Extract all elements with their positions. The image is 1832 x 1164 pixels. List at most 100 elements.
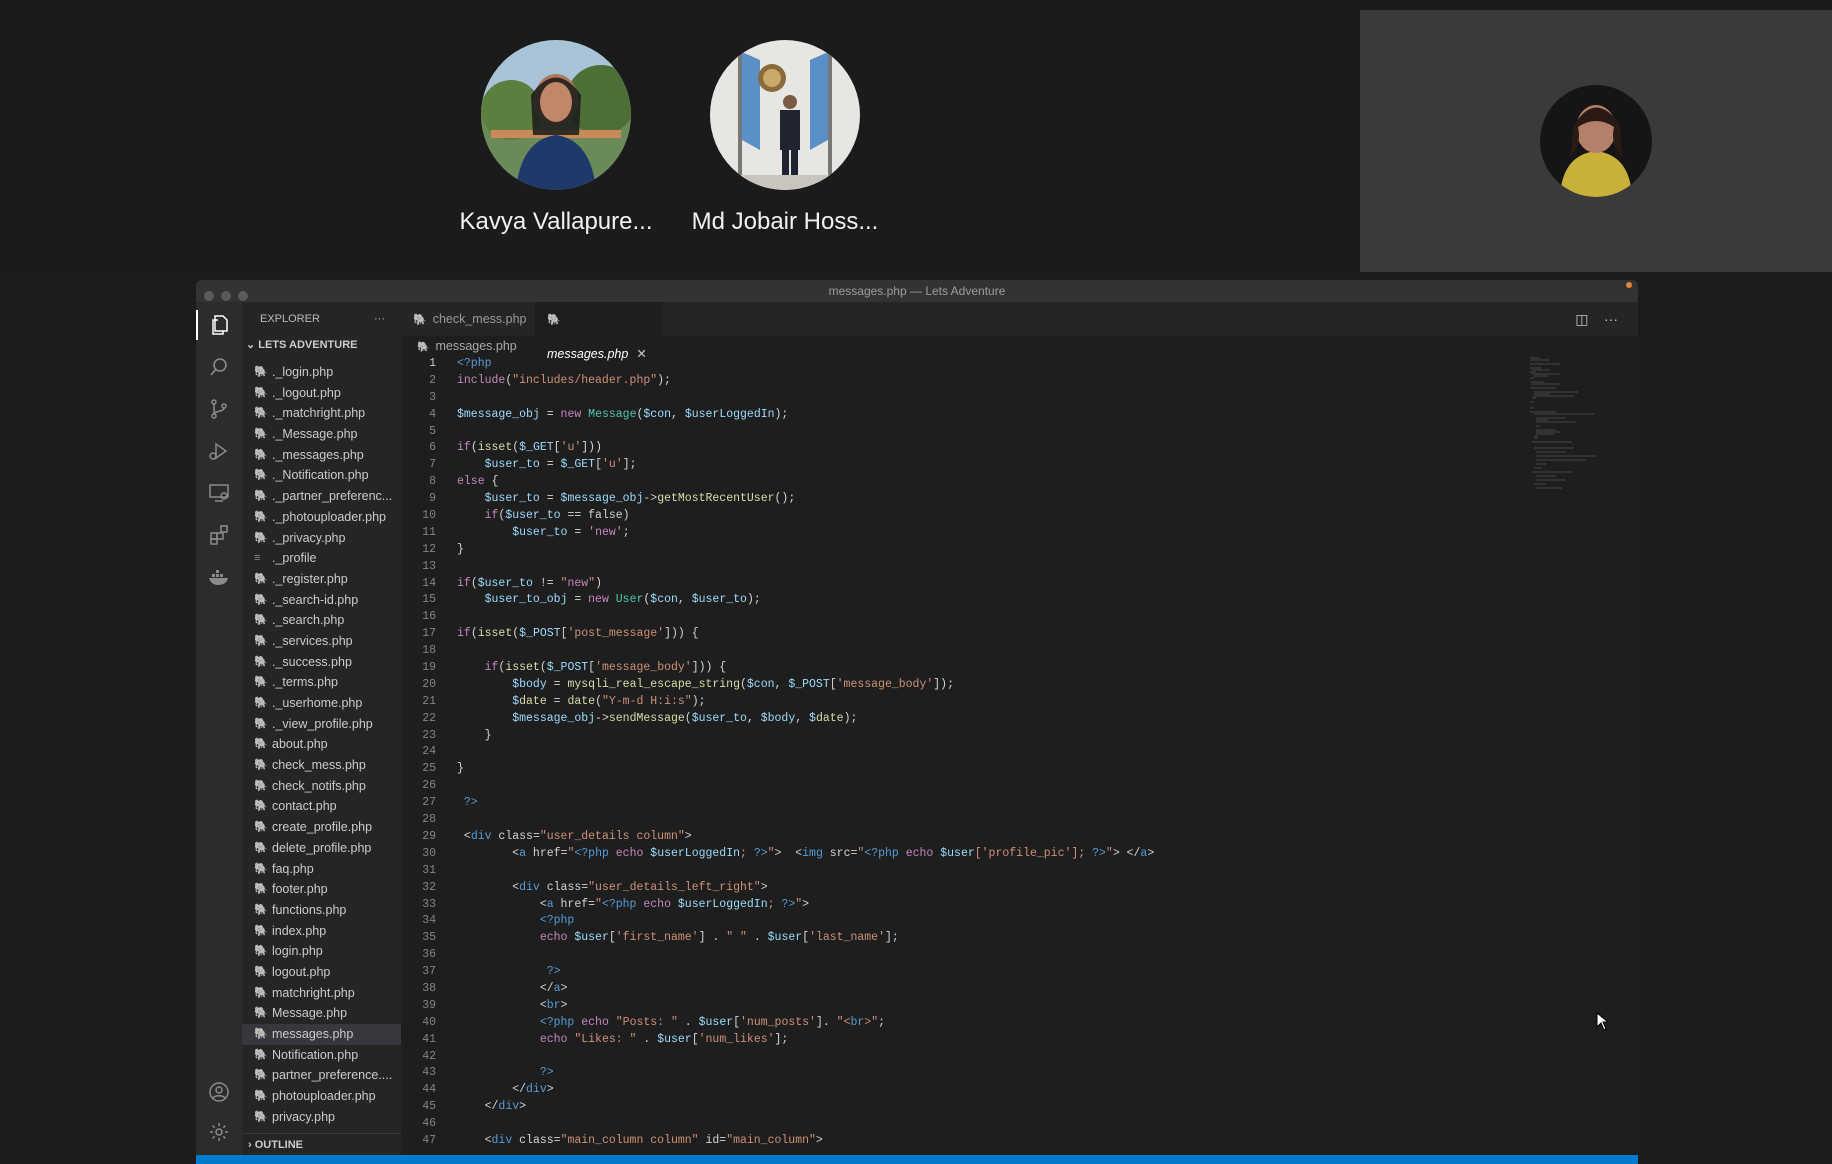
file-item[interactable]: 🐘 ._matchright.php <box>242 403 401 424</box>
file-item[interactable]: 🐘 functions.php <box>242 900 401 921</box>
file-item[interactable]: 🐘 ._success.php <box>242 652 401 673</box>
code-line[interactable]: 6 if(isset($_GET['u'])) <box>401 440 1501 457</box>
code-line[interactable]: 30 <a href="<?php echo $userLoggedIn; ?>… <box>401 846 1501 863</box>
code-line[interactable]: 15 $user_to_obj = new User($con, $user_t… <box>401 592 1501 609</box>
docker-icon[interactable] <box>204 562 234 592</box>
code-line[interactable]: 26 <box>401 778 1501 795</box>
code-line[interactable]: 11 $user_to = 'new'; <box>401 525 1501 542</box>
code-line[interactable]: 5 <box>401 424 1501 441</box>
code-line[interactable]: 35 echo $user['first_name'] . " " . $use… <box>401 930 1501 947</box>
code-line[interactable]: 21 $date = date("Y-m-d H:i:s"); <box>401 694 1501 711</box>
file-item[interactable]: 🐘 matchright.php <box>242 983 401 1004</box>
file-item[interactable]: 🐘 faq.php <box>242 859 401 880</box>
code-line[interactable]: 37 ?> <box>401 964 1501 981</box>
file-item[interactable]: 🐘 ._login.php <box>242 362 401 383</box>
code-line[interactable]: 3 <box>401 390 1501 407</box>
file-item[interactable]: ≡ ._profile <box>242 548 401 569</box>
code-line[interactable]: 29 <div class="user_details column"> <box>401 829 1501 846</box>
code-line[interactable]: 31 <box>401 863 1501 880</box>
tab-check-mess[interactable]: 🐘 check_mess.php <box>401 302 535 336</box>
code-line[interactable]: 14 if($user_to != "new") <box>401 576 1501 593</box>
code-line[interactable]: 17 if(isset($_POST['post_message'])) { <box>401 626 1501 643</box>
tab-messages[interactable]: 🐘messages.php ✕ <box>535 302 663 361</box>
file-item[interactable]: 🐘 footer.php <box>242 879 401 900</box>
file-item[interactable]: 🐘 contact.php <box>242 796 401 817</box>
code-line[interactable]: 13 <box>401 559 1501 576</box>
code-line[interactable]: 7 $user_to = $_GET['u']; <box>401 457 1501 474</box>
more-actions-icon[interactable]: ··· <box>374 313 385 325</box>
code-line[interactable]: 47 <div class="main_column column" id="m… <box>401 1133 1501 1150</box>
file-item[interactable]: 🐘 Notification.php <box>242 1045 401 1066</box>
file-item[interactable]: 🐘 partner_preference.... <box>242 1065 401 1086</box>
file-item[interactable]: 🐘 logout.php <box>242 962 401 983</box>
code-line[interactable]: 23 } <box>401 728 1501 745</box>
source-control-icon[interactable] <box>204 394 234 424</box>
code-line[interactable]: 41 echo "Likes: " . $user['num_likes']; <box>401 1032 1501 1049</box>
code-line[interactable]: 40 <?php echo "Posts: " . $user['num_pos… <box>401 1015 1501 1032</box>
file-item[interactable]: 🐘 ._userhome.php <box>242 693 401 714</box>
file-item[interactable]: 🐘 ._view_profile.php <box>242 714 401 735</box>
code-line[interactable]: 16 <box>401 609 1501 626</box>
code-line[interactable]: 12} <box>401 542 1501 559</box>
outline-section[interactable]: › OUTLINE <box>242 1133 401 1155</box>
accounts-icon[interactable] <box>204 1077 234 1107</box>
explorer-icon[interactable] <box>196 310 244 340</box>
file-item[interactable]: 🐘 photouploader.php <box>242 1086 401 1107</box>
file-item[interactable]: 🐘 privacy.php <box>242 1107 401 1128</box>
code-line[interactable]: 20 $body = mysqli_real_escape_string($co… <box>401 677 1501 694</box>
code-line[interactable]: 28 <box>401 812 1501 829</box>
self-video-tile[interactable] <box>1360 10 1832 272</box>
file-item[interactable]: 🐘 check_mess.php <box>242 755 401 776</box>
code-line[interactable]: 24 <box>401 744 1501 761</box>
file-item[interactable]: 🐘 login.php <box>242 941 401 962</box>
code-line[interactable]: 36 <box>401 947 1501 964</box>
settings-gear-icon[interactable] <box>204 1117 234 1147</box>
file-item[interactable]: 🐘 delete_profile.php <box>242 838 401 859</box>
file-item[interactable]: 🐘 ._search.php <box>242 610 401 631</box>
file-item[interactable]: 🐘 create_profile.php <box>242 817 401 838</box>
close-window-button[interactable] <box>204 291 214 301</box>
code-line[interactable]: 33 <a href="<?php echo $userLoggedIn; ?>… <box>401 897 1501 914</box>
minimize-window-button[interactable] <box>221 291 231 301</box>
code-line[interactable]: 19 if(isset($_POST['message_body'])) { <box>401 660 1501 677</box>
code-line[interactable]: 22 $message_obj->sendMessage($user_to, $… <box>401 711 1501 728</box>
file-item[interactable]: 🐘 ._search-id.php <box>242 590 401 611</box>
file-item[interactable]: 🐘 ._partner_preferenc... <box>242 486 401 507</box>
code-line[interactable]: 4 $message_obj = new Message($con, $userL… <box>401 407 1501 424</box>
file-item[interactable]: 🐘 ._Message.php <box>242 424 401 445</box>
participant-tile[interactable]: Md Jobair Hoss... <box>665 40 905 236</box>
code-line[interactable]: 25} <box>401 761 1501 778</box>
code-editor[interactable]: 1 <?php 2 include("includes/header.php"); 3 4… <box>401 356 1501 1150</box>
zoom-window-button[interactable] <box>238 291 248 301</box>
code-line[interactable]: 2 include("includes/header.php"); <box>401 373 1501 390</box>
minimap[interactable] <box>1528 356 1624 556</box>
file-item[interactable]: 🐘 ._privacy.php <box>242 528 401 549</box>
code-line[interactable]: 10 if($user_to == false) <box>401 508 1501 525</box>
search-icon[interactable] <box>204 352 234 382</box>
split-editor-icon[interactable]: ◫ <box>1575 311 1588 327</box>
run-debug-icon[interactable] <box>204 436 234 466</box>
file-item[interactable]: 🐘 messages.php <box>242 1024 401 1045</box>
code-line[interactable]: 45 </div> <box>401 1099 1501 1116</box>
code-line[interactable]: 44 </div> <box>401 1082 1501 1099</box>
extensions-icon[interactable] <box>204 520 234 550</box>
file-item[interactable]: 🐘 ._terms.php <box>242 672 401 693</box>
file-item[interactable]: 🐘 check_notifs.php <box>242 776 401 797</box>
code-line[interactable]: 39 <br> <box>401 998 1501 1015</box>
code-line[interactable]: 9 $user_to = $message_obj->getMostRecent… <box>401 491 1501 508</box>
code-line[interactable]: 43 ?> <box>401 1065 1501 1082</box>
code-line[interactable]: 38 </a> <box>401 981 1501 998</box>
code-line[interactable]: 34 <?php <box>401 913 1501 930</box>
code-line[interactable]: 1 <?php <box>401 356 1501 373</box>
participant-tile[interactable]: Kavya Vallapure... <box>436 40 676 236</box>
file-item[interactable]: 🐘 index.php <box>242 921 401 942</box>
file-item[interactable]: 🐘 ._logout.php <box>242 383 401 404</box>
code-line[interactable]: 18 <box>401 643 1501 660</box>
file-item[interactable]: 🐘 Message.php <box>242 1003 401 1024</box>
code-line[interactable]: 46 <box>401 1116 1501 1133</box>
code-line[interactable]: 32 <div class="user_details_left_right"> <box>401 880 1501 897</box>
code-line[interactable]: 27 ?> <box>401 795 1501 812</box>
code-line[interactable]: 8 else { <box>401 474 1501 491</box>
remote-explorer-icon[interactable] <box>204 478 234 508</box>
code-line[interactable]: 42 <box>401 1049 1501 1066</box>
